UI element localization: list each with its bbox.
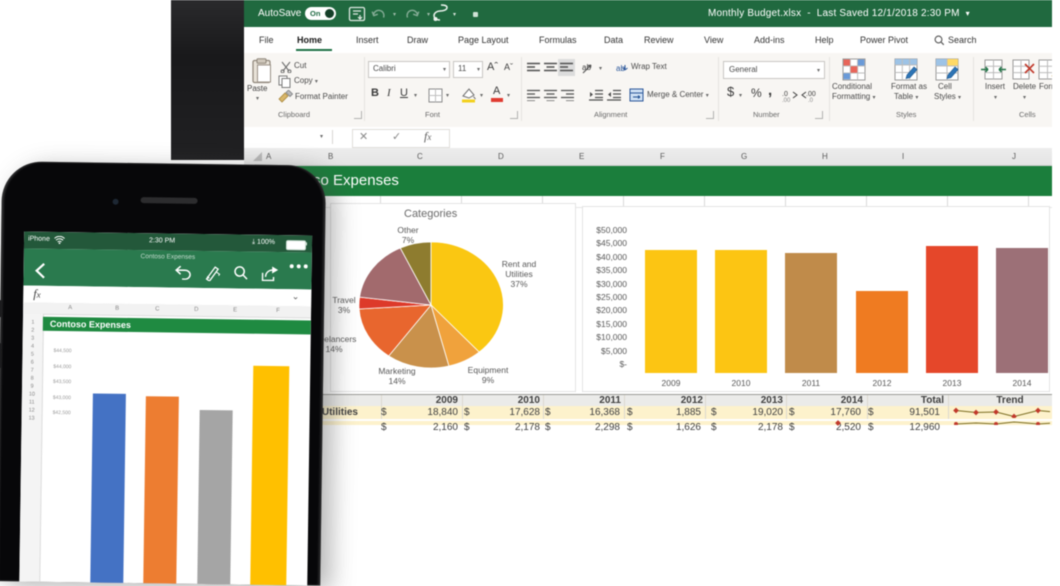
svg-text:.00: .00 (782, 98, 791, 102)
svg-text:.00: .00 (806, 91, 816, 98)
svg-text:.0: .0 (782, 91, 788, 98)
svg-text:ab: ab (616, 64, 625, 73)
svg-text:ab: ab (582, 63, 591, 72)
svg-text:.0: .0 (808, 98, 814, 102)
